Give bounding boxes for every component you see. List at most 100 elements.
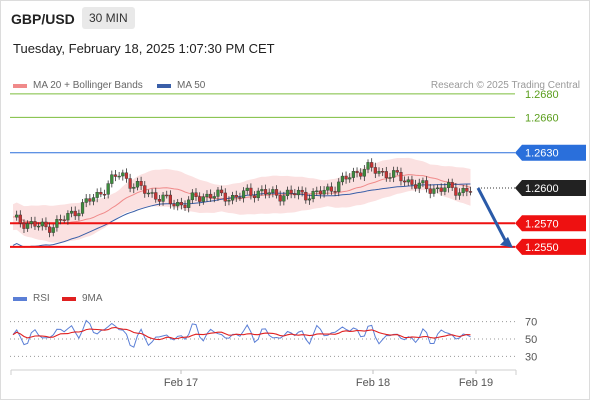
candle-body: [102, 193, 107, 196]
candle-body: [282, 195, 286, 202]
candle-body: [296, 189, 301, 196]
candle-body: [381, 171, 385, 173]
candle-body: [88, 198, 92, 202]
candle-body: [315, 190, 319, 193]
candle-body: [234, 195, 238, 198]
candle-body: [337, 181, 341, 192]
price-chart: Feb 17 Feb 18 Feb 191.26801.26601.26301.25…: [10, 89, 586, 389]
candle-body: [285, 189, 290, 196]
candle-body: [446, 182, 451, 189]
candle-body: [230, 195, 235, 201]
candle-body: [128, 178, 132, 189]
candle-body: [179, 202, 183, 206]
candle-body: [77, 213, 81, 217]
candle-body: [51, 227, 55, 233]
candle-body: [392, 170, 396, 178]
candle-body: [274, 189, 279, 196]
candle-body: [362, 169, 366, 177]
rsi-line: [12, 319, 471, 348]
legend-ma20: MA 20 + Bollinger Bands: [13, 80, 143, 91]
candle-body: [304, 191, 308, 201]
level-label: 1.2660: [525, 112, 559, 124]
candle-body: [80, 202, 85, 214]
ma50-label: MA 50: [177, 80, 206, 91]
candle: [110, 170, 114, 188]
candle-body: [194, 192, 198, 197]
candle-body: [406, 179, 410, 183]
candle-body: [355, 171, 359, 174]
candle-body: [307, 198, 312, 201]
candle-body: [289, 189, 293, 194]
candle-body: [439, 187, 443, 192]
candle-body: [428, 188, 432, 194]
candle-body: [84, 198, 88, 203]
candle-body: [69, 210, 74, 214]
research-credit: Research © 2025 Trading Central: [430, 80, 580, 91]
candle-body: [454, 187, 458, 196]
candle-body: [132, 186, 136, 189]
candle-body: [241, 190, 246, 199]
candle-body: [461, 188, 465, 193]
candle-body: [168, 194, 172, 205]
candle: [121, 169, 125, 181]
candle-body: [263, 189, 268, 195]
candle-body: [150, 192, 154, 194]
candle-body: [370, 162, 374, 168]
candle-body: [373, 167, 377, 174]
candle-body: [44, 221, 48, 228]
candle-body: [267, 192, 271, 195]
candle-body: [271, 189, 275, 193]
candle-body: [91, 197, 96, 202]
candle-body: [366, 162, 370, 170]
candle-body: [311, 191, 315, 200]
candle-body: [432, 188, 436, 194]
rsi-level-label: 50: [525, 334, 537, 346]
candle-body: [209, 193, 213, 199]
candle-body: [110, 174, 114, 184]
candle-body: [252, 195, 257, 199]
candle-body: [403, 180, 407, 183]
level-label: 1.2630: [525, 148, 559, 160]
candle-body: [300, 189, 304, 193]
candle-body: [37, 225, 41, 228]
candle-body: [417, 182, 421, 189]
legend-ma9: 9MA: [62, 293, 103, 304]
candle-body: [29, 221, 33, 224]
legend-rsi: RSI: [13, 293, 50, 304]
candle-body: [66, 213, 70, 221]
candle-body: [33, 221, 37, 227]
candle-body: [40, 221, 44, 227]
ma20-swatch: [13, 83, 27, 88]
chart-datetime: Tuesday, February 18, 2025 1:07:30 PM CE…: [13, 41, 275, 56]
candle-body: [95, 192, 99, 198]
candle-body: [414, 184, 418, 189]
candle-body: [58, 219, 63, 221]
candle: [124, 168, 129, 183]
candle-body: [216, 189, 220, 197]
forecast-arrow-shaft: [476, 187, 509, 245]
candle-body: [465, 188, 469, 192]
ma9-label: 9MA: [82, 293, 103, 304]
candle-body: [395, 170, 399, 173]
candle-body: [106, 183, 110, 195]
candle-body: [424, 180, 429, 189]
candle-body: [15, 214, 19, 218]
candle-body: [223, 192, 227, 202]
candle: [99, 187, 103, 198]
current-price-label: 1.2600: [525, 183, 559, 195]
candle-body: [73, 210, 77, 217]
candle-body: [22, 222, 26, 229]
candle-body: [377, 171, 381, 174]
candle-body: [249, 187, 253, 196]
candle-body: [124, 172, 129, 179]
candle-body: [48, 226, 52, 233]
candle-body: [198, 196, 202, 202]
timeframe-badge[interactable]: 30 MIN: [82, 7, 135, 29]
candle-body: [227, 200, 231, 202]
candle-body: [205, 193, 209, 198]
ma9-swatch: [62, 296, 76, 301]
candle-body: [399, 172, 403, 182]
bollinger-band: [13, 157, 471, 243]
candle-body: [201, 196, 205, 202]
candle-body: [99, 192, 103, 195]
